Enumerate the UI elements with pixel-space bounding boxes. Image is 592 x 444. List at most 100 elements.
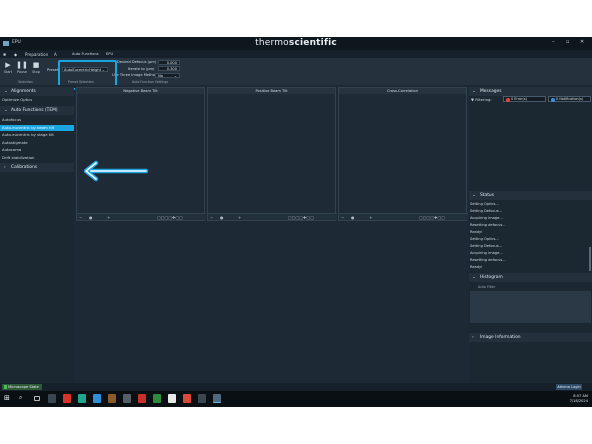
chevron-down-icon: ⌄ — [173, 73, 177, 78]
chevron-right-icon: › — [4, 164, 6, 170]
taskbar-app-icon[interactable] — [93, 394, 101, 403]
three-image-select[interactable]: No ⌄ — [155, 72, 180, 78]
windows-start-icon[interactable]: ⊞ — [4, 394, 12, 403]
image-panels-area: Negative Beam Tilt − ● + ▢▢▢▢✚▢▢ Positiv… — [75, 85, 468, 383]
sidebar-item-autocoma[interactable]: Autocoma — [0, 147, 74, 154]
status-line: Acquiring image... — [470, 216, 503, 220]
calibrations-header[interactable]: › Calibrations — [0, 163, 74, 172]
zoom-out-icon[interactable]: − — [210, 215, 213, 220]
view-tools-icons[interactable]: ▢▢▢▢✚▢▢ — [288, 215, 314, 220]
panel-toolbar: − ● + ▢▢▢▢✚▢▢ — [208, 213, 337, 220]
taskbar-app-icon[interactable] — [48, 394, 56, 403]
panel-title: Cross-Correlation — [339, 88, 466, 94]
notifications-filter-toggle[interactable]: 0 Notification(s) — [548, 96, 591, 102]
panel-title: Negative Beam Tilt — [77, 88, 204, 94]
status-scrollbar[interactable] — [589, 247, 591, 271]
chevron-down-icon: ⌄ — [472, 192, 476, 198]
sidebar-item-auto-eucentric-beam-tilt[interactable]: Auto-eucentric by beam tilt — [0, 124, 74, 131]
status-line: Ready! — [470, 230, 483, 234]
histogram-header[interactable]: ⌄ Histogram — [469, 273, 592, 282]
status-line: Setting Optics... — [470, 202, 499, 206]
auto-filter-checkbox[interactable]: Auto Filter — [478, 285, 495, 289]
tab-epu[interactable]: EPU — [106, 52, 113, 56]
status-line: Setting Defocus... — [470, 209, 503, 213]
home-icon[interactable]: ◆ — [14, 52, 17, 57]
zoom-out-icon[interactable]: − — [341, 215, 344, 220]
taskbar-app-icon[interactable] — [108, 394, 116, 403]
sidebar-item-autofocus[interactable]: Autofocus — [0, 117, 74, 124]
zoom-slider-icon[interactable]: ● — [351, 215, 355, 220]
epu-window: EPU thermoscientific – ▫ ✕ ✱ ◆ Preparati… — [0, 37, 592, 407]
taskbar-epu-icon[interactable] — [213, 394, 221, 403]
sidebar-item-auto-eucentric-stage-tilt[interactable]: Auto-eucentric by stage tilt — [0, 132, 74, 139]
task-view-icon[interactable] — [34, 396, 40, 401]
play-icon: ▶ — [5, 61, 11, 69]
close-icon[interactable]: ✕ — [580, 39, 584, 45]
taskbar-app-icon[interactable] — [63, 394, 71, 403]
gear-icon[interactable]: ✱ — [3, 52, 6, 57]
chevron-down-icon: ⌄ — [4, 88, 8, 94]
error-icon — [506, 98, 510, 102]
auto-functions-header[interactable]: ⌄ Auto Functions (TEM) — [0, 106, 74, 115]
panel-toolbar: − ● + ▢▢▢▢✚▢▢ — [339, 213, 468, 220]
chevron-right-icon: › — [472, 334, 474, 340]
sidebar-item-optimize-optics[interactable]: Optimize Optics — [0, 97, 74, 104]
stop-button[interactable]: ■ Stop — [30, 61, 42, 75]
status-line: Resetting defocus... — [470, 223, 506, 227]
taskbar-app-icon[interactable] — [183, 394, 191, 403]
zoom-slider-icon[interactable]: ● — [89, 215, 93, 220]
view-tools-icons[interactable]: ▢▢▢▢✚▢▢ — [157, 215, 183, 220]
zoom-in-icon[interactable]: + — [107, 215, 110, 220]
tab-auto-truncated[interactable]: A — [54, 52, 57, 57]
sidebar: ⌄ Alignments Optimize Optics ⌄ Auto Func… — [0, 85, 74, 383]
athena-login-button[interactable]: Athena Login — [556, 384, 582, 390]
tab-preparation[interactable]: Preparation — [25, 52, 48, 57]
taskbar-app-icon[interactable] — [153, 394, 161, 403]
sidebar-item-drift-stabilization[interactable]: Drift stabilization — [0, 155, 74, 162]
taskbar-app-icon[interactable] — [78, 394, 86, 403]
sidebar-item-autostigmate[interactable]: Autostigmate — [0, 140, 74, 147]
messages-header[interactable]: ⌄ Messages — [469, 87, 592, 96]
panel-positive-beam-tilt: Positive Beam Tilt − ● + ▢▢▢▢✚▢▢ — [207, 87, 337, 221]
taskbar-app-icon[interactable] — [138, 394, 146, 403]
tab-auto-functions[interactable]: Auto Functions — [72, 52, 99, 56]
status-header[interactable]: ⌄ Status — [469, 191, 592, 200]
taskbar-app-icon[interactable] — [168, 394, 176, 403]
start-button[interactable]: ▶ Start — [2, 61, 14, 75]
microscope-state-button[interactable]: Microscope State — [2, 384, 42, 390]
pause-button[interactable]: ❚❚ Pause — [16, 61, 28, 75]
desired-defocus-label: Desired Defocus (µm) — [117, 60, 157, 64]
zoom-in-icon[interactable]: + — [369, 215, 372, 220]
minimize-icon[interactable]: – — [552, 39, 555, 45]
status-line: Resetting defocus... — [470, 258, 506, 262]
title-bar: EPU thermoscientific – ▫ ✕ — [0, 37, 592, 50]
iterate-input[interactable]: 0.300 — [158, 66, 180, 71]
image-information-header[interactable]: › Image Information — [469, 333, 592, 342]
search-icon[interactable]: ⌕ — [19, 394, 27, 403]
panel-title: Positive Beam Tilt — [208, 88, 335, 94]
zoom-slider-icon[interactable]: ● — [220, 215, 224, 220]
group-settings-label: Auto Function Settings — [132, 80, 169, 84]
histogram-plot — [470, 291, 591, 323]
chevron-down-icon: ⌄ — [472, 88, 476, 94]
taskbar-app-icon[interactable] — [198, 394, 206, 403]
status-bar: Microscope State Athena Login — [0, 383, 592, 391]
errors-filter-toggle[interactable]: 0 Error(s) — [503, 96, 546, 102]
status-line: Acquiring image... — [470, 251, 503, 255]
stop-icon: ■ — [32, 61, 40, 69]
panel-cross-correlation: Cross-Correlation − ● + ▢▢▢▢✚▢▢ — [338, 87, 468, 221]
panel-negative-beam-tilt: Negative Beam Tilt − ● + ▢▢▢▢✚▢▢ — [76, 87, 206, 221]
panel-toolbar: − ● + ▢▢▢▢✚▢▢ — [77, 213, 206, 220]
windows-taskbar: ⊞ ⌕ 8:57 AM 7/18/2024 — [0, 391, 592, 407]
ribbon: ▶ Start ❚❚ Pause ■ Stop Preset Auto Func… — [0, 52, 592, 90]
taskbar-app-icon[interactable] — [123, 394, 131, 403]
desired-defocus-input[interactable]: 0.000 — [158, 59, 180, 65]
alignments-header[interactable]: ⌄ Alignments — [0, 87, 74, 96]
tutorial-arrow-icon — [83, 160, 149, 182]
view-tools-icons[interactable]: ▢▢▢▢✚▢▢ — [419, 215, 445, 220]
chevron-down-icon: ⌄ — [4, 107, 8, 113]
maximize-icon[interactable]: ▫ — [566, 39, 569, 45]
zoom-out-icon[interactable]: − — [79, 215, 82, 220]
iterate-label: Iterate to (µm) — [128, 66, 155, 71]
zoom-in-icon[interactable]: + — [238, 215, 241, 220]
